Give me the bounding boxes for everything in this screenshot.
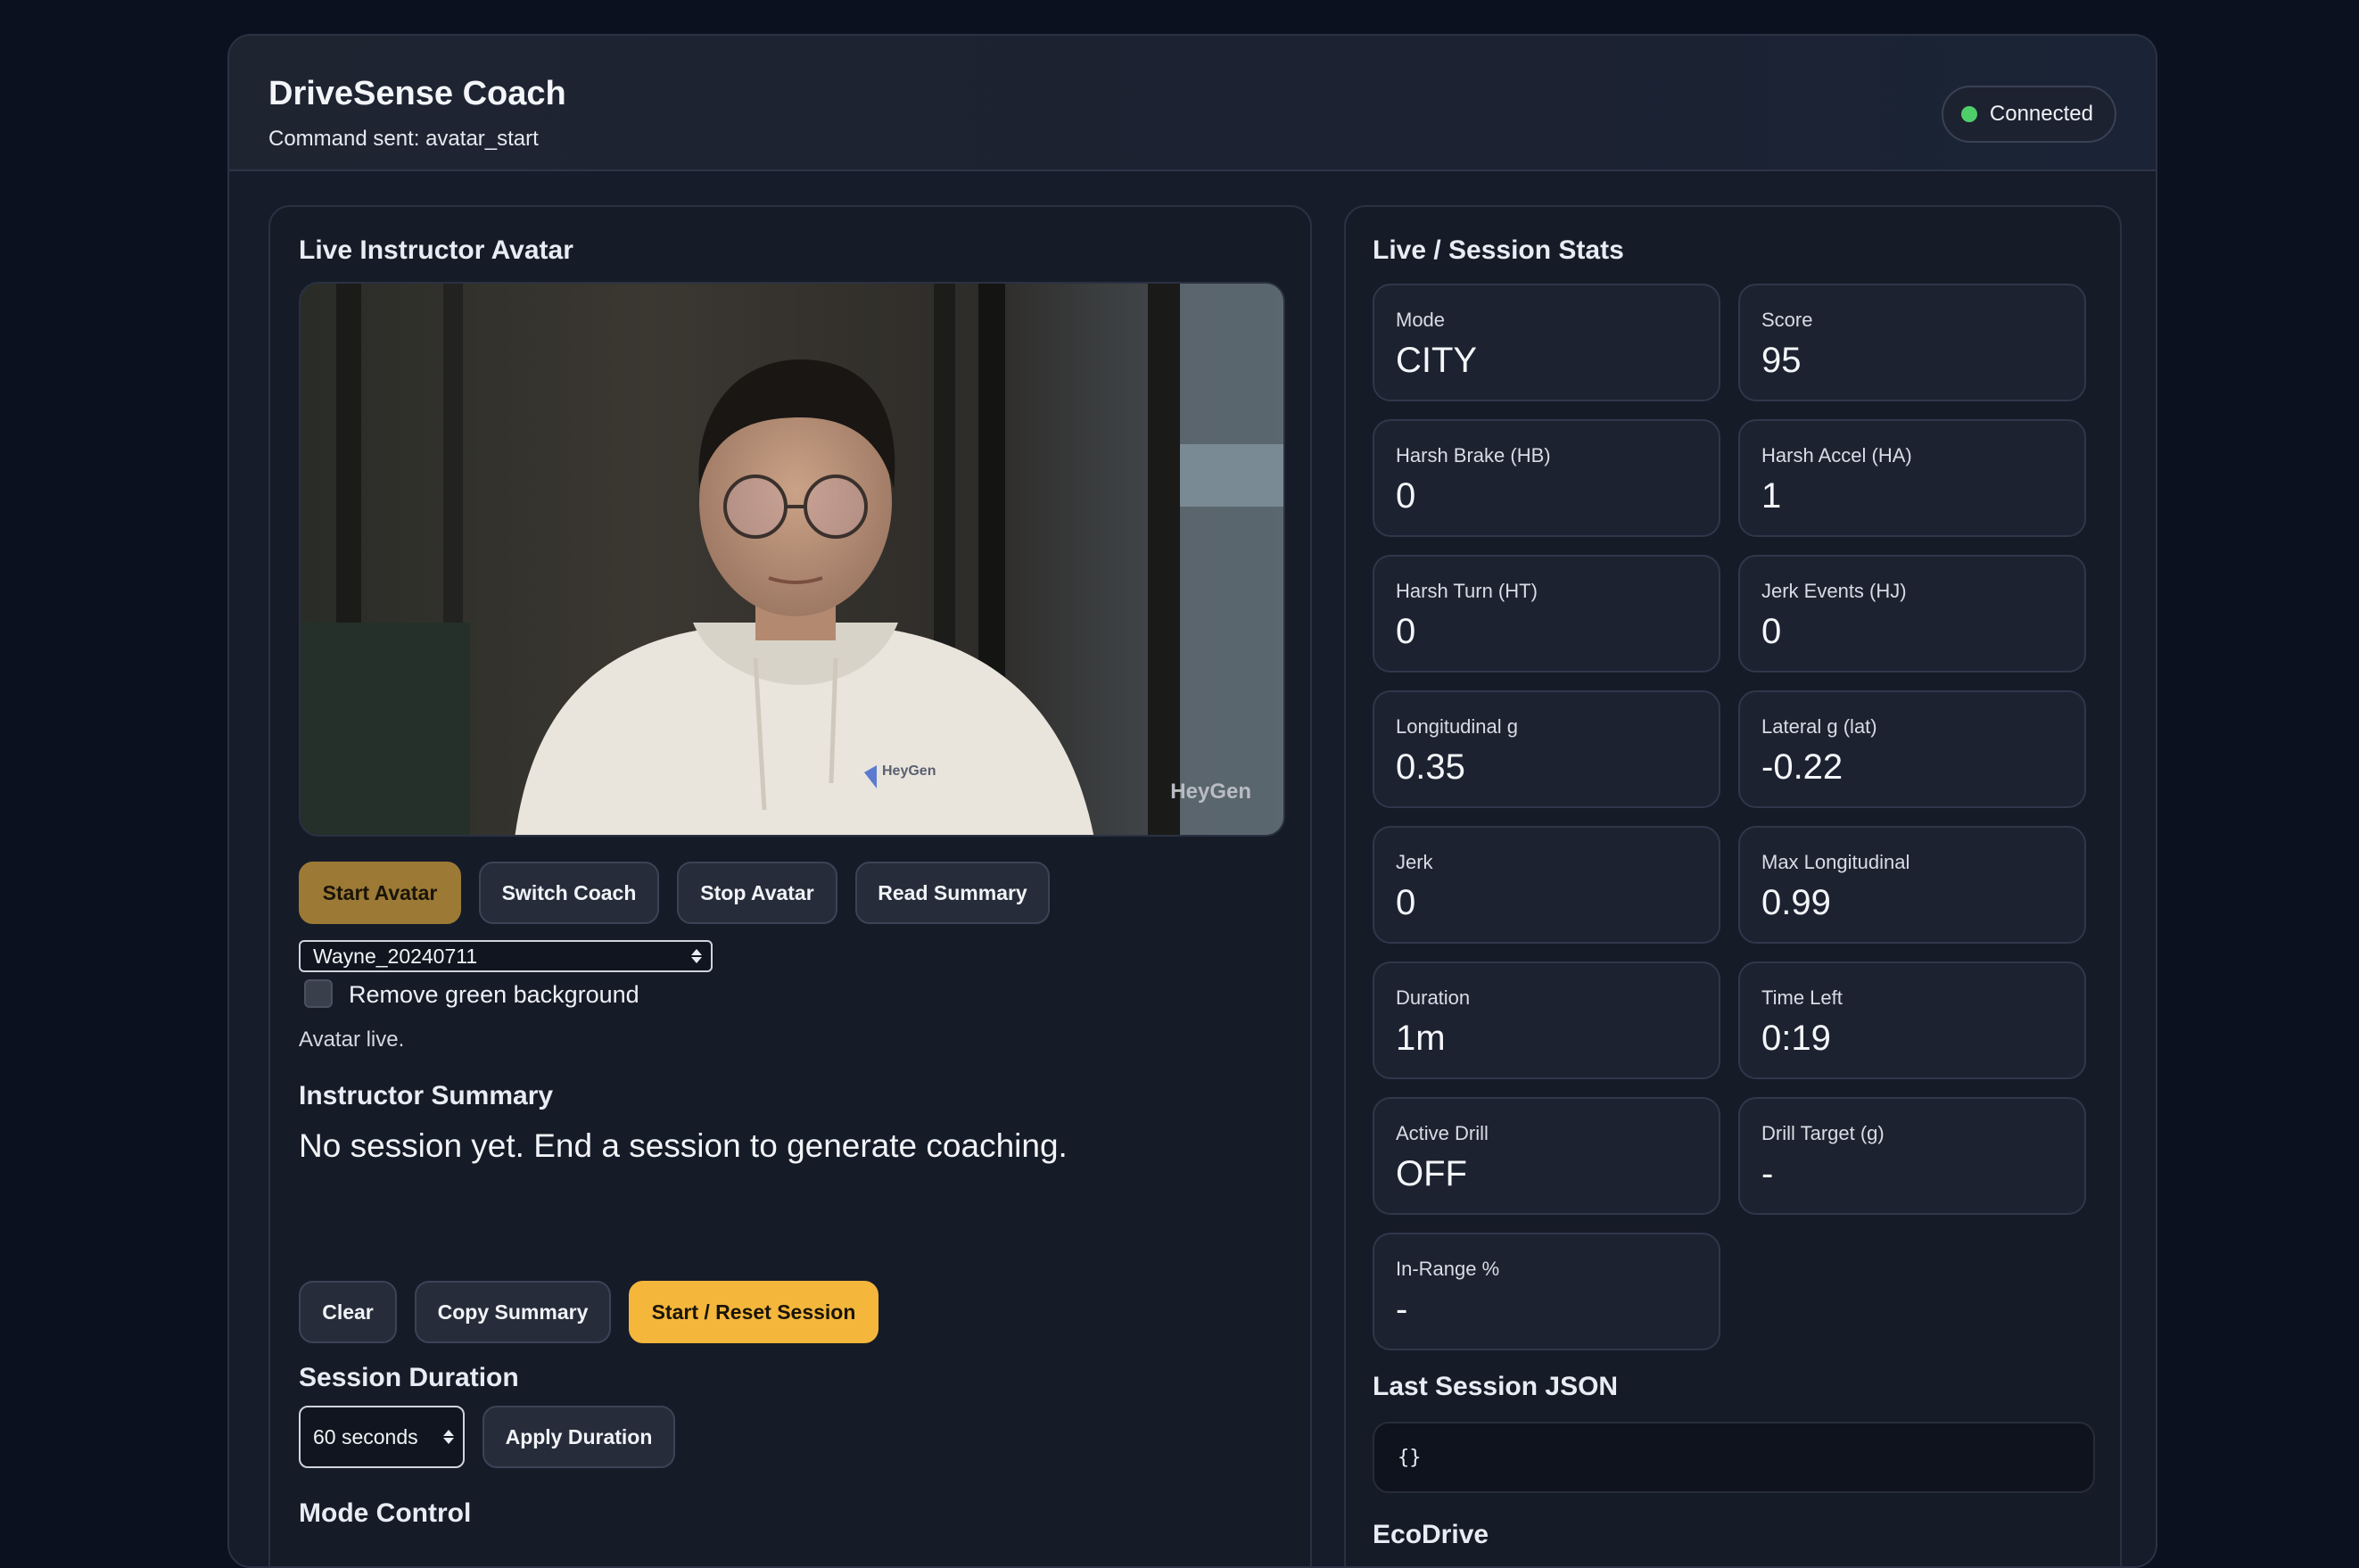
stat-label: Time Left [1761, 986, 1843, 1009]
stat-value: 1 [1761, 476, 1782, 516]
apply-duration-button[interactable]: Apply Duration [483, 1406, 675, 1468]
stat-card-drill-target: Drill Target (g) - [1738, 1097, 2086, 1215]
stat-value: 0 [1396, 612, 1416, 651]
select-arrows-icon [443, 1430, 454, 1444]
stat-label: Mode [1396, 309, 1446, 331]
video-watermark: HeyGen [1170, 780, 1251, 804]
stat-value: -0.22 [1761, 747, 1843, 787]
stat-value: CITY [1396, 341, 1478, 380]
avatar-panel-title: Live Instructor Avatar [299, 235, 573, 265]
session-duration-select[interactable]: 60 seconds [299, 1406, 465, 1468]
stat-value: 95 [1761, 341, 1802, 380]
stats-panel-title: Live / Session Stats [1373, 235, 1624, 265]
stat-label: Harsh Turn (HT) [1396, 580, 1538, 602]
avatar-select-value: Wayne_20240711 [313, 944, 478, 968]
avatar-video: HeyGen HeyGen [299, 282, 1285, 837]
stat-card-max-longitudinal: Max Longitudinal 0.99 [1738, 826, 2086, 944]
instructor-summary-text: No session yet. End a session to generat… [299, 1127, 1068, 1164]
stat-value: - [1761, 1154, 1774, 1193]
avatar-status-text: Avatar live. [299, 1027, 405, 1052]
copy-summary-button[interactable]: Copy Summary [415, 1281, 611, 1343]
stat-label: Duration [1396, 986, 1471, 1009]
stat-value: 0.35 [1396, 747, 1465, 787]
hoodie-logo-text: HeyGen [882, 763, 936, 779]
ecodrive-title: EcoDrive [1373, 1520, 1489, 1549]
stat-card-harsh-brake: Harsh Brake (HB) 0 [1373, 419, 1720, 537]
stat-label: Longitudinal g [1396, 715, 1519, 738]
start-reset-session-button[interactable]: Start / Reset Session [629, 1281, 878, 1343]
last-session-json-title: Last Session JSON [1373, 1372, 1619, 1401]
stats-panel: Live / Session Stats Mode CITY Score 95 … [1344, 205, 2122, 1566]
stat-label: Score [1761, 309, 1813, 331]
stat-card-in-range: In-Range % - [1373, 1233, 1720, 1350]
stat-value: 0.99 [1761, 883, 1831, 922]
stat-card-harsh-turn: Harsh Turn (HT) 0 [1373, 555, 1720, 673]
session-duration-title: Session Duration [299, 1363, 519, 1392]
avatar-panel: Live Instructor Avatar HeyGen HeyGen Sta… [268, 205, 1312, 1566]
connection-status-label: Connected [1989, 102, 2093, 126]
stat-label: Drill Target (g) [1761, 1122, 1885, 1144]
stop-avatar-button[interactable]: Stop Avatar [677, 862, 837, 924]
stat-value: 0 [1396, 883, 1416, 922]
connection-status-badge: Connected [1941, 86, 2116, 143]
app-header: DriveSense Coach Command sent: avatar_st… [229, 36, 2156, 171]
stat-card-longitudinal-g: Longitudinal g 0.35 [1373, 690, 1720, 808]
last-session-json-value: {} [1398, 1446, 1422, 1469]
app-window: DriveSense Coach Command sent: avatar_st… [227, 34, 2157, 1568]
remove-green-label: Remove green background [349, 981, 639, 1008]
stat-label: In-Range % [1396, 1258, 1500, 1280]
stat-label: Max Longitudinal [1761, 851, 1910, 873]
stat-card-lateral-g: Lateral g (lat) -0.22 [1738, 690, 2086, 808]
command-status: Command sent: avatar_start [268, 127, 539, 151]
remove-green-checkbox[interactable] [304, 979, 333, 1008]
read-summary-button[interactable]: Read Summary [855, 862, 1050, 924]
stat-card-harsh-accel: Harsh Accel (HA) 1 [1738, 419, 2086, 537]
clear-button[interactable]: Clear [299, 1281, 397, 1343]
stat-card-duration: Duration 1m [1373, 961, 1720, 1079]
select-arrows-icon [691, 949, 702, 963]
stat-value: 0 [1396, 476, 1416, 516]
session-duration-value: 60 seconds [313, 1424, 418, 1448]
stat-card-time-left: Time Left 0:19 [1738, 961, 2086, 1079]
stat-label: Lateral g (lat) [1761, 715, 1877, 738]
mode-control-title: Mode Control [299, 1498, 472, 1528]
start-avatar-button[interactable]: Start Avatar [299, 862, 461, 924]
stat-value: - [1396, 1290, 1408, 1329]
stat-label: Jerk Events (HJ) [1761, 580, 1907, 602]
last-session-json-box: {} [1373, 1422, 2095, 1493]
avatar-video-frame [301, 284, 1283, 835]
stat-card-jerk-events: Jerk Events (HJ) 0 [1738, 555, 2086, 673]
stat-card-score: Score 95 [1738, 284, 2086, 401]
stat-value: 0:19 [1761, 1019, 1831, 1058]
stat-card-jerk: Jerk 0 [1373, 826, 1720, 944]
status-dot-icon [1960, 106, 1977, 122]
stat-card-mode: Mode CITY [1373, 284, 1720, 401]
stat-label: Active Drill [1396, 1122, 1489, 1144]
stat-label: Harsh Brake (HB) [1396, 444, 1551, 466]
stat-label: Jerk [1396, 851, 1433, 873]
stat-card-active-drill: Active Drill OFF [1373, 1097, 1720, 1215]
stat-value: 1m [1396, 1019, 1446, 1058]
instructor-summary-title: Instructor Summary [299, 1081, 554, 1110]
stat-value: 0 [1761, 612, 1782, 651]
avatar-select[interactable]: Wayne_20240711 [299, 940, 713, 972]
switch-coach-button[interactable]: Switch Coach [479, 862, 659, 924]
stat-value: OFF [1396, 1154, 1467, 1193]
stat-label: Harsh Accel (HA) [1761, 444, 1912, 466]
app-title: DriveSense Coach [268, 75, 566, 112]
